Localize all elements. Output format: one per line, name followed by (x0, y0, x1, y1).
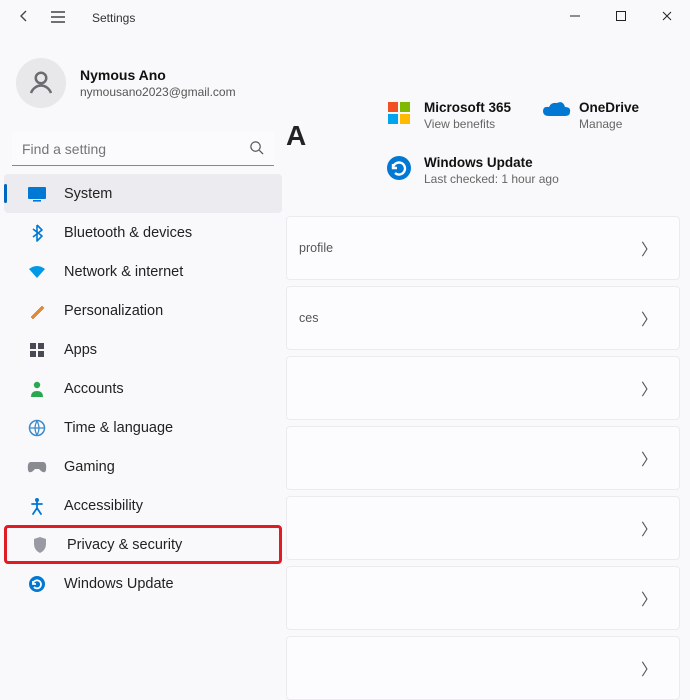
paintbrush-icon (26, 300, 48, 322)
sidebar-item-apps[interactable]: Apps (4, 330, 282, 369)
window-controls (552, 0, 690, 32)
chevron-right-icon: 〉 (641, 656, 657, 680)
chevron-right-icon: 〉 (641, 516, 657, 540)
chevron-right-icon: 〉 (641, 376, 657, 400)
settings-card[interactable]: 〉 (286, 356, 680, 420)
minimize-button[interactable] (552, 0, 598, 32)
search-wrap (12, 132, 274, 166)
quick-title: Windows Update (424, 155, 559, 170)
quick-windows-update[interactable]: Windows Update Last checked: 1 hour ago (386, 155, 680, 186)
sidebar-item-label: Bluetooth & devices (64, 225, 192, 241)
chevron-right-icon: 〉 (641, 446, 657, 470)
search-icon[interactable] (249, 140, 264, 158)
microsoft-365-icon (386, 100, 414, 128)
avatar (16, 58, 66, 108)
sidebar-item-network[interactable]: Network & internet (4, 252, 282, 291)
sidebar-item-label: Network & internet (64, 264, 183, 280)
sidebar-item-label: Personalization (64, 303, 163, 319)
settings-cards: profile 〉 ces 〉 〉 〉 〉 〉 〉 (286, 216, 680, 700)
sidebar-item-gaming[interactable]: Gaming (4, 447, 282, 486)
profile-name: Nymous Ano (80, 67, 236, 83)
sidebar-item-accessibility[interactable]: Accessibility (4, 486, 282, 525)
settings-card[interactable]: ces 〉 (286, 286, 680, 350)
back-button[interactable] (10, 8, 38, 29)
update-icon (26, 573, 48, 595)
page-heading-fragment: A (286, 120, 306, 152)
onedrive-icon (541, 100, 569, 128)
sidebar-item-label: Apps (64, 342, 97, 358)
profile-block[interactable]: Nymous Ano nymousano2023@gmail.com (0, 40, 286, 118)
globe-clock-icon (26, 417, 48, 439)
sidebar-item-label: Privacy & security (67, 537, 182, 553)
sidebar-item-time-language[interactable]: Time & language (4, 408, 282, 447)
quick-subtitle: View benefits (424, 117, 511, 131)
profile-email: nymousano2023@gmail.com (80, 85, 236, 99)
search-input[interactable] (12, 132, 274, 166)
quick-title: OneDrive (579, 100, 639, 115)
sidebar: Nymous Ano nymousano2023@gmail.com Syste… (0, 36, 286, 603)
wifi-icon (26, 261, 48, 283)
quick-subtitle: Manage (579, 117, 639, 131)
quick-links-row: Microsoft 365 View benefits OneDrive Man… (286, 60, 680, 131)
chevron-right-icon: 〉 (641, 306, 657, 330)
sidebar-item-label: Time & language (64, 420, 173, 436)
sidebar-item-system[interactable]: System (4, 174, 282, 213)
bluetooth-icon (26, 222, 48, 244)
system-icon (26, 183, 48, 205)
sidebar-item-privacy-security[interactable]: Privacy & security (4, 525, 282, 564)
settings-card[interactable]: 〉 (286, 496, 680, 560)
gaming-icon (26, 456, 48, 478)
sidebar-item-label: Accounts (64, 381, 124, 397)
sidebar-item-label: System (64, 186, 112, 202)
close-button[interactable] (644, 0, 690, 32)
maximize-button[interactable] (598, 0, 644, 32)
accounts-icon (26, 378, 48, 400)
chevron-right-icon: 〉 (641, 236, 657, 260)
quick-onedrive[interactable]: OneDrive Manage (541, 100, 639, 131)
sidebar-item-personalization[interactable]: Personalization (4, 291, 282, 330)
accessibility-icon (26, 495, 48, 517)
hamburger-icon[interactable] (44, 8, 72, 29)
settings-card[interactable]: profile 〉 (286, 216, 680, 280)
settings-card[interactable]: 〉 (286, 566, 680, 630)
windows-update-icon (386, 155, 414, 183)
window-title: Settings (92, 11, 135, 25)
card-text: profile (299, 241, 333, 255)
card-text: ces (299, 311, 318, 325)
content-area: A Microsoft 365 View benefits OneDrive M… (286, 60, 680, 700)
shield-icon (29, 534, 51, 556)
apps-icon (26, 339, 48, 361)
quick-title: Microsoft 365 (424, 100, 511, 115)
quick-microsoft-365[interactable]: Microsoft 365 View benefits (386, 100, 511, 131)
settings-card[interactable]: 〉 (286, 636, 680, 700)
sidebar-item-label: Windows Update (64, 576, 174, 592)
sidebar-item-windows-update[interactable]: Windows Update (4, 564, 282, 603)
sidebar-item-label: Gaming (64, 459, 115, 475)
settings-card[interactable]: 〉 (286, 426, 680, 490)
sidebar-item-label: Accessibility (64, 498, 143, 514)
sidebar-item-accounts[interactable]: Accounts (4, 369, 282, 408)
sidebar-item-bluetooth[interactable]: Bluetooth & devices (4, 213, 282, 252)
quick-subtitle: Last checked: 1 hour ago (424, 172, 559, 186)
chevron-right-icon: 〉 (641, 586, 657, 610)
